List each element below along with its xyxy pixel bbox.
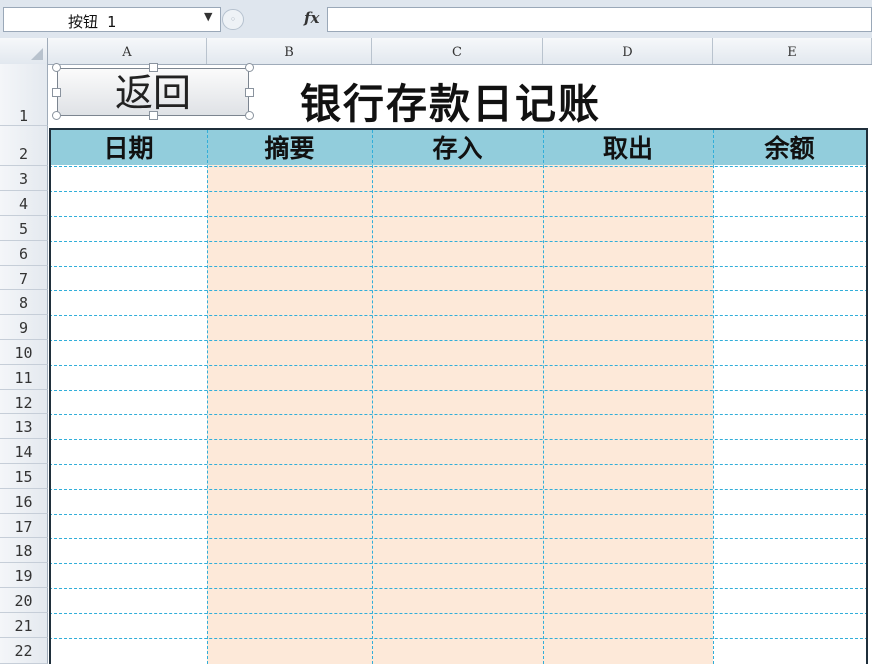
row-header-15[interactable]: 15 bbox=[0, 464, 48, 489]
sheet-title: 银行存款日记账 bbox=[300, 80, 601, 128]
gridline-vertical-d bbox=[543, 130, 544, 664]
row-header-10[interactable]: 10 bbox=[0, 340, 48, 365]
gridline-horizontal bbox=[49, 464, 868, 465]
gridline-horizontal bbox=[49, 340, 868, 341]
row-header-4[interactable]: 4 bbox=[0, 191, 48, 216]
row-header-8[interactable]: 8 bbox=[0, 290, 48, 315]
column-header-b[interactable]: B bbox=[207, 38, 372, 64]
resize-handle-bottom[interactable] bbox=[149, 111, 158, 120]
column-header-row: A B C D E bbox=[0, 38, 872, 65]
row-header-22[interactable]: 22 bbox=[0, 638, 48, 664]
header-date[interactable]: 日期 bbox=[50, 130, 207, 165]
gridline-horizontal bbox=[49, 365, 868, 366]
gridline-horizontal bbox=[49, 563, 868, 564]
gridline-vertical-e bbox=[713, 130, 714, 664]
gridline-horizontal bbox=[49, 514, 868, 515]
gridline-horizontal bbox=[49, 588, 868, 589]
header-deposit[interactable]: 存入 bbox=[372, 130, 543, 165]
column-header-e[interactable]: E bbox=[713, 38, 872, 64]
row-header-17[interactable]: 17 bbox=[0, 514, 48, 538]
row-header-18[interactable]: 18 bbox=[0, 538, 48, 563]
gridline-horizontal bbox=[49, 216, 868, 217]
header-balance[interactable]: 余额 bbox=[713, 130, 866, 165]
name-box-value: 按钮 1 bbox=[68, 13, 117, 31]
column-header-a[interactable]: A bbox=[48, 38, 207, 64]
gridline-horizontal bbox=[49, 390, 868, 391]
gridline-horizontal bbox=[49, 191, 868, 192]
resize-handle-bottom-right[interactable] bbox=[245, 111, 254, 120]
resize-handle-top-right[interactable] bbox=[245, 63, 254, 72]
formula-scroll-icon[interactable]: ◦ bbox=[222, 9, 244, 30]
row-header-12[interactable]: 12 bbox=[0, 390, 48, 414]
resize-handle-left[interactable] bbox=[52, 88, 61, 97]
gridline-horizontal bbox=[49, 489, 868, 490]
row-header-6[interactable]: 6 bbox=[0, 241, 48, 266]
row-header-11[interactable]: 11 bbox=[0, 365, 48, 390]
row-header-1[interactable]: 1 bbox=[0, 64, 48, 126]
name-box[interactable]: 按钮 1 ▼ bbox=[3, 7, 221, 32]
formula-bar: 按钮 1 ▼ ◦ fx bbox=[0, 0, 872, 39]
row-header-7[interactable]: 7 bbox=[0, 266, 48, 290]
column-header-d[interactable]: D bbox=[543, 38, 713, 64]
row-header-14[interactable]: 14 bbox=[0, 439, 48, 464]
gridline-horizontal bbox=[49, 439, 868, 440]
resize-handle-right[interactable] bbox=[245, 88, 254, 97]
gridline-horizontal bbox=[49, 266, 868, 267]
row-header-9[interactable]: 9 bbox=[0, 315, 48, 340]
select-all-button[interactable] bbox=[0, 38, 48, 64]
gridline-horizontal bbox=[49, 414, 868, 415]
gridline-horizontal bbox=[49, 290, 868, 291]
row-header-13[interactable]: 13 bbox=[0, 414, 48, 439]
row-header-21[interactable]: 21 bbox=[0, 613, 48, 638]
gridline-horizontal bbox=[49, 315, 868, 316]
gridline-horizontal bbox=[49, 613, 868, 614]
insert-function-button[interactable]: fx bbox=[304, 9, 319, 27]
gridline-horizontal bbox=[49, 166, 868, 167]
row-header-20[interactable]: 20 bbox=[0, 588, 48, 613]
row-header-5[interactable]: 5 bbox=[0, 216, 48, 241]
gridline-horizontal bbox=[49, 638, 868, 639]
row-header-3[interactable]: 3 bbox=[0, 166, 48, 191]
formula-input[interactable] bbox=[327, 7, 872, 32]
table-header: 日期 摘要 存入 取出 余额 bbox=[49, 128, 868, 165]
column-header-c[interactable]: C bbox=[372, 38, 543, 64]
table-left-border bbox=[49, 128, 51, 664]
gridline-vertical-b bbox=[207, 130, 208, 664]
row-header-2[interactable]: 2 bbox=[0, 126, 48, 166]
header-summary[interactable]: 摘要 bbox=[207, 130, 372, 165]
table-right-border bbox=[866, 128, 868, 664]
header-withdrawal[interactable]: 取出 bbox=[543, 130, 713, 165]
row-header-16[interactable]: 16 bbox=[0, 489, 48, 514]
row-header-19[interactable]: 19 bbox=[0, 563, 48, 588]
back-button[interactable]: 返回 bbox=[57, 68, 249, 116]
gridline-vertical-c bbox=[372, 130, 373, 664]
resize-handle-bottom-left[interactable] bbox=[52, 111, 61, 120]
select-all-icon bbox=[31, 48, 43, 60]
gridline-horizontal bbox=[49, 241, 868, 242]
resize-handle-top-left[interactable] bbox=[52, 63, 61, 72]
chevron-down-icon[interactable]: ▼ bbox=[204, 10, 212, 23]
gridline-horizontal bbox=[49, 538, 868, 539]
resize-handle-top[interactable] bbox=[149, 63, 158, 72]
